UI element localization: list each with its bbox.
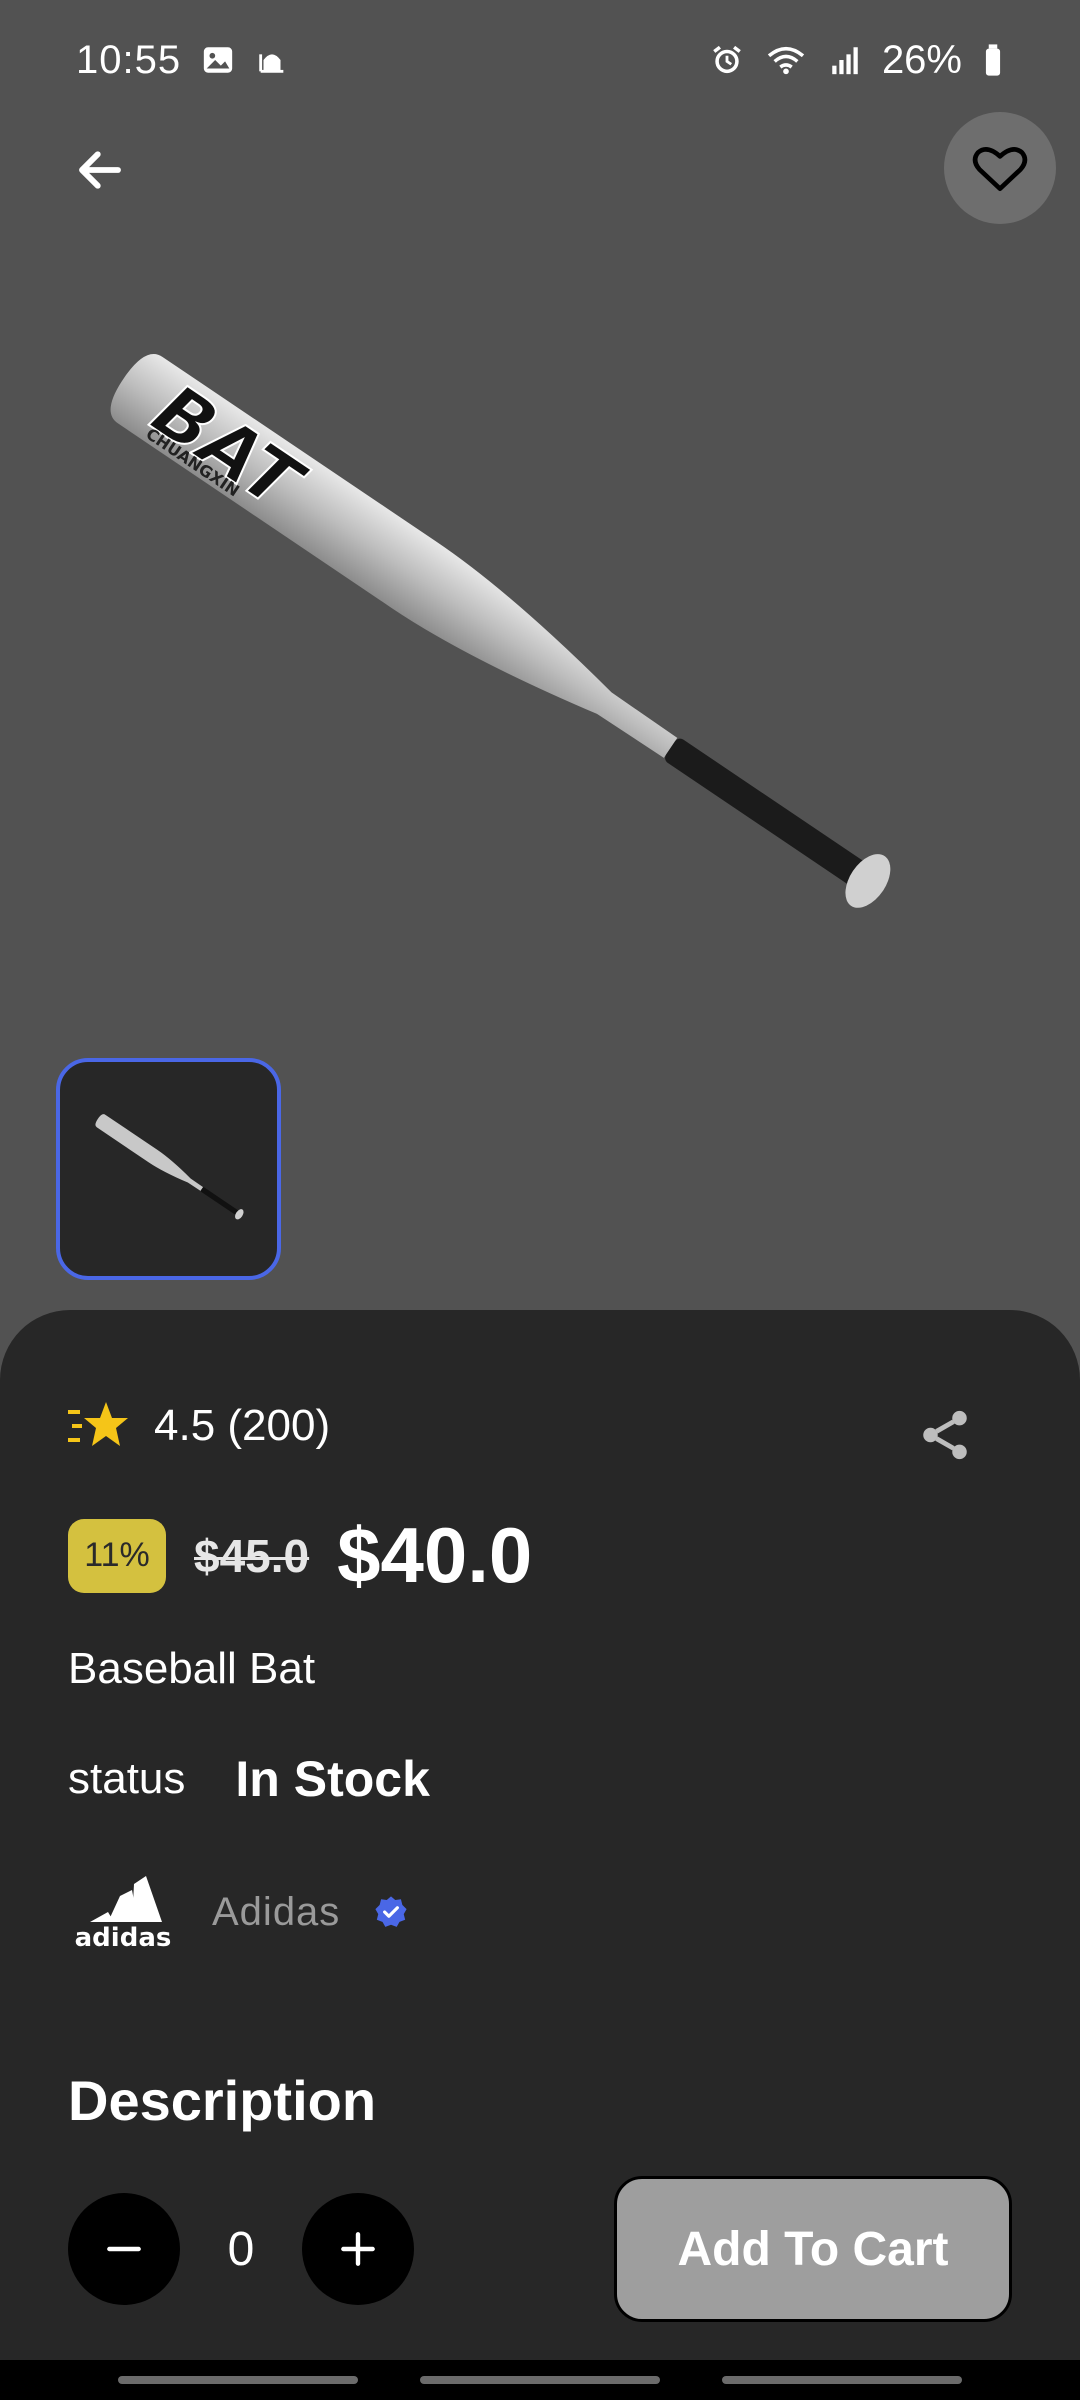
heart-icon — [972, 147, 1028, 191]
share-icon — [923, 1410, 967, 1460]
discount-badge: 11% — [68, 1518, 166, 1593]
stock-status-row: status In Stock — [68, 1750, 430, 1808]
product-name: Baseball Bat — [68, 1644, 316, 1693]
status-time: 10:55 — [76, 37, 182, 82]
adidas-logo: adidas — [75, 1876, 172, 1952]
battery-icon — [985, 44, 1001, 76]
adidas-logo-text: adidas — [75, 1923, 172, 1952]
star-rating-icon — [68, 1402, 128, 1446]
status-left: 10:55 — [76, 38, 289, 83]
status-value: In Stock — [235, 1751, 430, 1807]
status-bar: 10:55 26% — [0, 0, 1080, 120]
decrease-quantity-button[interactable] — [68, 2193, 180, 2305]
status-label: status — [68, 1754, 186, 1803]
favorite-button[interactable] — [944, 112, 1056, 224]
quantity-stepper: 0 — [68, 2193, 414, 2305]
nav-recents[interactable] — [118, 2376, 358, 2384]
gallery-icon — [203, 47, 233, 73]
verified-badge-icon — [375, 1896, 407, 1927]
brand-row[interactable]: adidas Adidas — [68, 1872, 408, 1952]
add-to-cart-button[interactable]: Add To Cart — [614, 2176, 1012, 2322]
increase-quantity-button[interactable] — [302, 2193, 414, 2305]
new-price: $40.0 — [337, 1511, 533, 1599]
wifi-icon — [767, 46, 805, 75]
brand-name: Adidas — [212, 1889, 341, 1934]
back-button[interactable] — [60, 130, 140, 210]
mosque-icon — [259, 54, 284, 73]
share-button[interactable] — [910, 1400, 980, 1470]
plus-icon — [341, 2232, 375, 2266]
quantity-value: 0 — [227, 2222, 255, 2276]
rating-text: 4.5 (200) — [154, 1401, 331, 1450]
arrow-left-icon — [79, 151, 121, 189]
product-image: BAT CHUANGXIN — [110, 354, 891, 908]
old-price: $45.0 — [194, 1529, 310, 1582]
thumbnail-image — [94, 1114, 244, 1220]
signal-icon — [832, 47, 858, 75]
price-row: 11% $45.0 $40.0 — [68, 1510, 532, 1601]
product-detail-screen: 10:55 26% BAT CHUANGXIN 4.5 (200) 11% $4… — [0, 0, 1080, 2400]
battery-percent: 26% — [881, 37, 962, 82]
minus-icon — [107, 2246, 141, 2252]
status-right: 26% — [710, 38, 1004, 83]
nav-back[interactable] — [722, 2376, 962, 2384]
rating-row: 4.5 (200) — [68, 1398, 330, 1454]
description-title: Description — [68, 2069, 377, 2132]
nav-home[interactable] — [420, 2376, 660, 2384]
image-thumbnail[interactable] — [56, 1058, 281, 1280]
alarm-icon — [713, 45, 741, 74]
system-nav-bar — [0, 2360, 1080, 2400]
